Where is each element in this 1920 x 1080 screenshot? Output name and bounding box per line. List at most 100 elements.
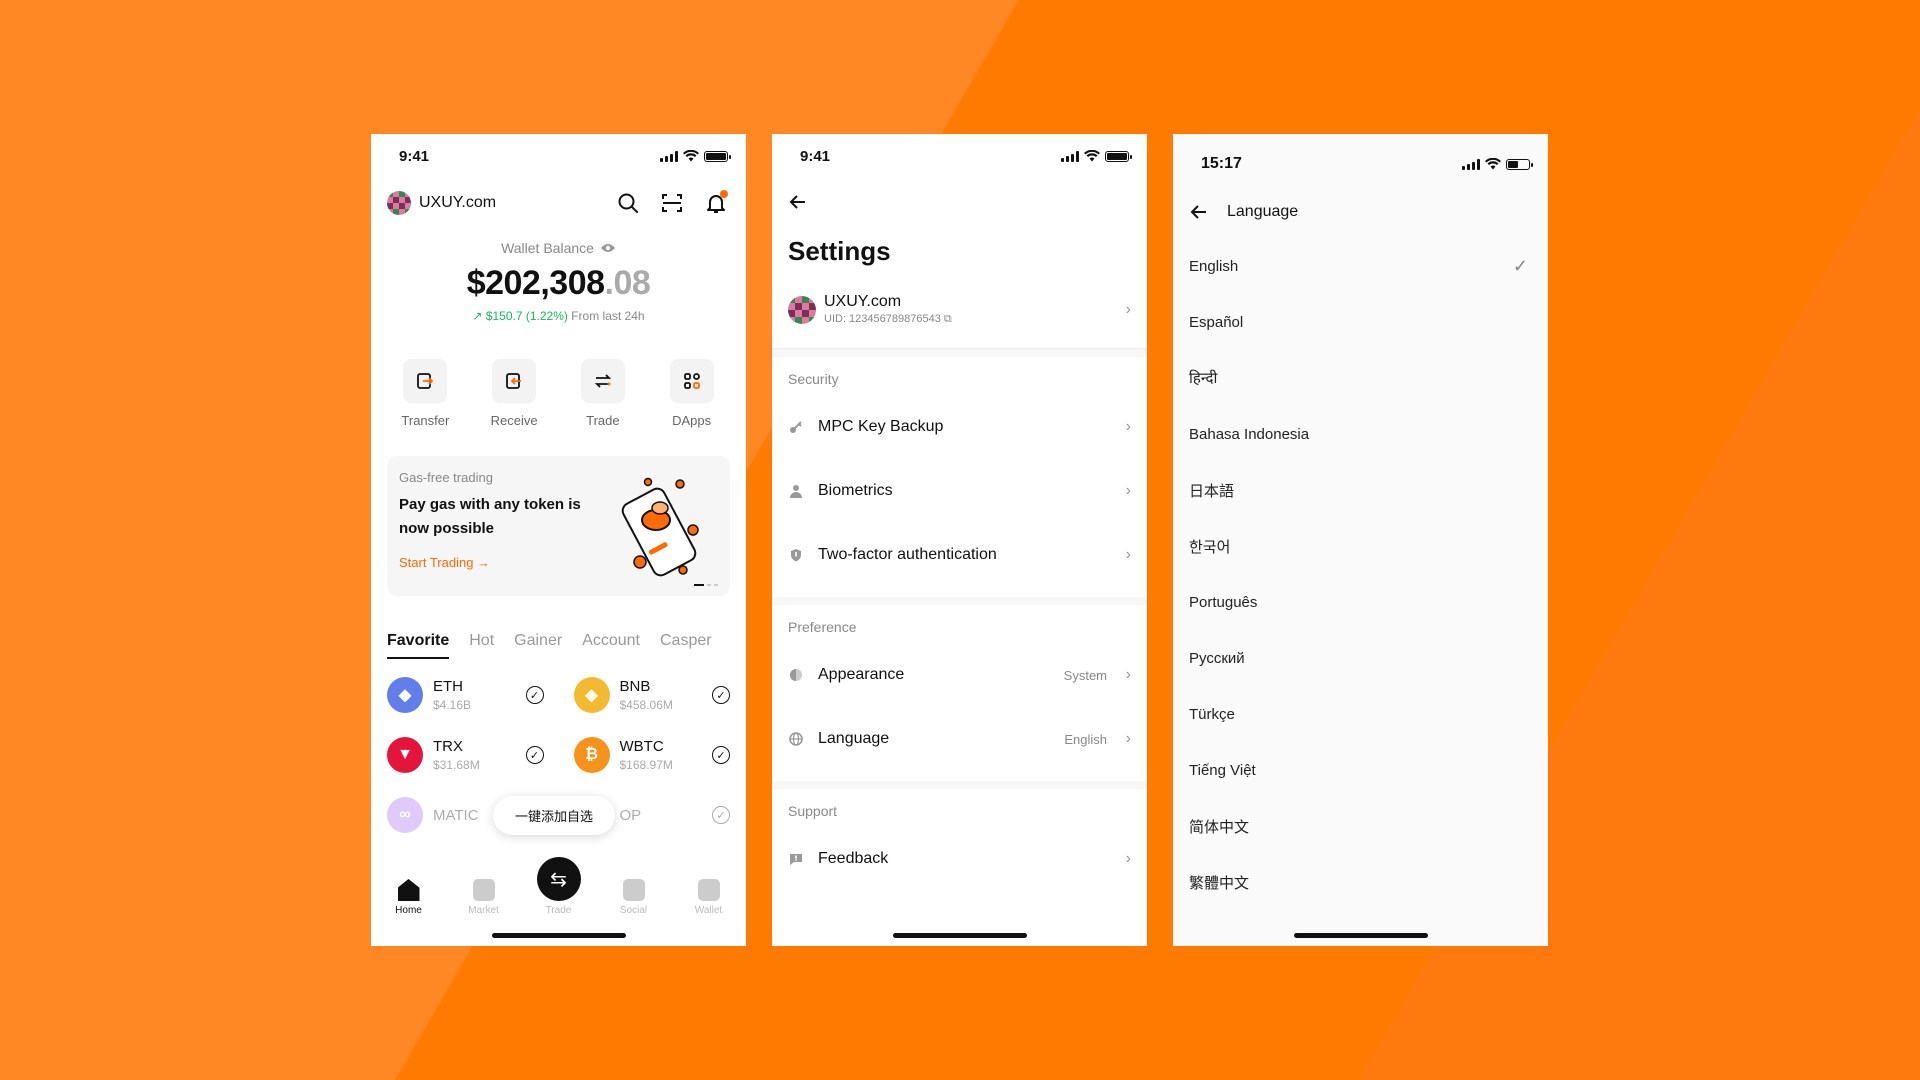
status-time: 15:17 <box>1201 155 1242 172</box>
row-label: Feedback <box>818 850 889 867</box>
tab-casper[interactable]: Casper <box>660 632 712 659</box>
language-option-hindi[interactable]: हिन्दी <box>1173 350 1548 406</box>
check-circle-icon[interactable]: ✓ <box>712 746 730 764</box>
dapps-button[interactable]: DApps <box>652 359 732 428</box>
language-option-russian[interactable]: Русский <box>1173 630 1548 686</box>
tabbar-social[interactable]: Social <box>604 879 664 916</box>
language-label: हिन्दी <box>1189 370 1218 387</box>
trade-icon <box>580 359 625 403</box>
dapps-label: DApps <box>672 413 712 428</box>
language-label: Русский <box>1189 649 1245 667</box>
phone-coins-illustration <box>621 477 699 577</box>
balance-main: $202,308 <box>466 264 605 302</box>
coin-item-bnb[interactable]: ◈ BNB $458.06M ✓ <box>573 673 730 717</box>
coin-item-trx[interactable]: ▼ TRX $31.68M ✓ <box>387 733 544 777</box>
row-label: Two-factor authentication <box>818 546 997 563</box>
wallet-icon <box>697 879 720 901</box>
copy-icon[interactable]: ⧉ <box>944 313 952 325</box>
language-option-spanish[interactable]: Español <box>1173 294 1548 350</box>
language-label: 한국어 <box>1189 538 1231 556</box>
language-option-turkish[interactable]: Türkçe <box>1173 686 1548 742</box>
check-circle-icon[interactable]: ✓ <box>525 686 544 704</box>
chevron-right-icon: › <box>1125 418 1131 435</box>
language-option-vietnamese[interactable]: Tiếng Việt <box>1173 742 1548 798</box>
preference-header: Preference <box>788 619 857 635</box>
language-option-portuguese[interactable]: Português <box>1173 574 1548 630</box>
tabbar-wallet[interactable]: Wallet <box>679 879 739 916</box>
search-icon[interactable] <box>616 191 640 215</box>
header-icons <box>616 190 728 215</box>
language-screen: 15:17 Language English ✓ Español हिन्दी B… <box>1173 134 1548 946</box>
brand[interactable]: UXUY.com <box>387 191 496 215</box>
language-label: Tiếng Việt <box>1189 761 1256 779</box>
page-title: Settings <box>788 236 891 266</box>
language-label: Português <box>1189 593 1258 611</box>
status-bar: 9:41 <box>371 134 746 178</box>
add-favorites-toast[interactable]: 一键添加自选 <box>493 796 616 835</box>
profile-uid: UID: 123456789876543 <box>824 313 941 325</box>
home-screen: 9:41 UXUY.com Wallet Balance $202,308.08… <box>371 134 746 946</box>
profile-row[interactable]: UXUY.com UID: 123456789876543 ⧉ › <box>772 267 1147 349</box>
coin-item-wbtc[interactable]: ₿ WBTC $168.97M ✓ <box>573 733 730 777</box>
language-option-japanese[interactable]: 日本語 <box>1173 462 1548 518</box>
language-option-korean[interactable]: 한국어 <box>1173 518 1548 574</box>
language-option-indonesian[interactable]: Bahasa Indonesia <box>1173 406 1548 462</box>
appearance-row[interactable]: Appearance System › <box>772 643 1147 707</box>
chart-icon <box>472 879 495 901</box>
language-option-traditional-chinese[interactable]: 繁體中文 <box>1173 854 1548 910</box>
coin-item-eth[interactable]: ◆ ETH $4.16B ✓ <box>387 673 544 717</box>
tab-account[interactable]: Account <box>582 632 640 659</box>
balance-change: ↗ $150.7 (1.22%) From last 24h <box>371 309 746 323</box>
check-circle-icon[interactable]: ✓ <box>712 806 730 824</box>
language-option-simplified-chinese[interactable]: 简体中文 <box>1173 798 1548 854</box>
battery-icon <box>704 150 731 162</box>
eye-icon[interactable] <box>600 242 616 254</box>
receive-button[interactable]: Receive <box>474 359 554 428</box>
check-circle-icon[interactable]: ✓ <box>712 686 730 704</box>
tabbar-market[interactable]: Market <box>454 879 514 916</box>
shield-icon <box>788 547 804 563</box>
people-icon <box>622 879 645 901</box>
tabbar-label: Market <box>468 905 499 916</box>
tab-favorite[interactable]: Favorite <box>387 632 450 659</box>
tab-hot[interactable]: Hot <box>469 632 494 659</box>
tab-gainer[interactable]: Gainer <box>514 632 562 659</box>
language-option-english[interactable]: English ✓ <box>1173 238 1548 294</box>
status-time: 9:41 <box>399 147 430 165</box>
row-label: Biometrics <box>818 482 893 499</box>
notification-dot <box>720 190 728 198</box>
two-factor-row[interactable]: Two-factor authentication › <box>772 523 1147 587</box>
tabbar-label: Wallet <box>694 905 723 916</box>
language-label: English <box>1189 257 1239 275</box>
tabbar-label: Home <box>395 905 422 916</box>
feedback-row[interactable]: Feedback › <box>772 827 1147 891</box>
tabbar-trade[interactable]: ⇆ Trade <box>529 857 589 916</box>
avatar <box>387 191 411 215</box>
balance-label-row: Wallet Balance <box>371 240 746 256</box>
back-button[interactable] <box>772 178 1147 222</box>
coin-name: TRX <box>433 738 463 755</box>
trade-label: Trade <box>586 413 620 428</box>
notification-button[interactable] <box>704 190 728 215</box>
mpc-key-backup-row[interactable]: MPC Key Backup › <box>772 395 1147 459</box>
transfer-button[interactable]: Transfer <box>385 359 465 428</box>
trade-button[interactable]: Trade <box>563 359 643 428</box>
status-icons <box>1462 158 1533 170</box>
tabbar-home[interactable]: Home <box>379 879 439 916</box>
checkmark-icon: ✓ <box>1512 255 1528 276</box>
coin-cap: $4.16B <box>433 698 472 712</box>
check-circle-icon[interactable]: ✓ <box>525 746 544 764</box>
feedback-icon <box>788 851 804 867</box>
language-row[interactable]: Language English › <box>772 707 1147 771</box>
chevron-right-icon: › <box>1125 300 1131 318</box>
promo-banner[interactable]: Gas-free trading Pay gas with any token … <box>387 456 730 596</box>
scan-icon[interactable] <box>660 191 684 215</box>
row-label: Appearance <box>818 666 905 683</box>
signal-icon <box>1462 158 1480 170</box>
biometrics-row[interactable]: Biometrics › <box>772 459 1147 523</box>
user-icon <box>788 483 804 499</box>
coin-name: ETH <box>433 678 463 695</box>
arrow-left-icon[interactable] <box>1189 202 1209 222</box>
support-header: Support <box>788 803 838 819</box>
tabbar-label: Trade <box>545 905 572 916</box>
